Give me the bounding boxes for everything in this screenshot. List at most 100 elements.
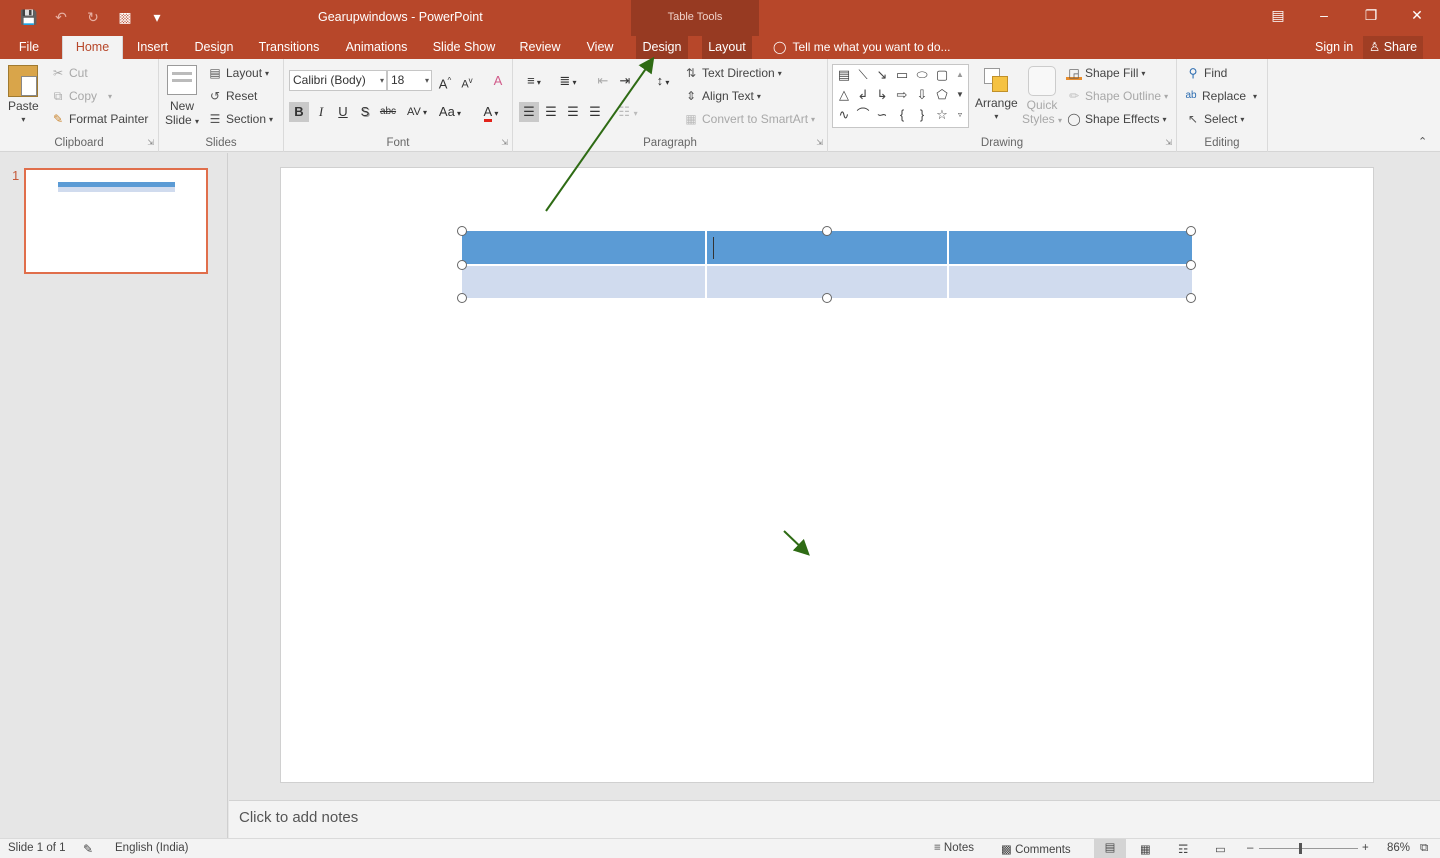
minimize-button[interactable]: – xyxy=(1301,0,1347,30)
down-arrow-shape-icon[interactable]: ⇩ xyxy=(913,86,931,104)
notes-toggle[interactable]: ≡ Notes xyxy=(934,842,974,854)
start-from-beginning-icon[interactable]: ▩ xyxy=(114,6,136,28)
new-slide-button[interactable]: New Slide ▾ xyxy=(165,65,199,127)
tab-design[interactable]: Design xyxy=(188,36,240,59)
selection-handle[interactable] xyxy=(457,226,467,236)
shape-outline-button[interactable]: ✏ Shape Outline ▾ xyxy=(1066,89,1168,103)
slide-thumbnail[interactable] xyxy=(24,168,208,274)
notes-pane[interactable]: Click to add notes xyxy=(229,800,1440,838)
left-brace-shape-icon[interactable]: { xyxy=(893,106,911,124)
right-arrow-shape-icon[interactable]: ⇨ xyxy=(893,86,911,104)
zoom-level[interactable]: 86% xyxy=(1387,842,1410,854)
arrow-line-shape-icon[interactable]: ↘ xyxy=(873,66,891,84)
elbow-connector-shape-icon[interactable]: ↲ xyxy=(854,86,872,104)
tab-home[interactable]: Home xyxy=(62,36,123,59)
dialog-launcher-icon[interactable]: ⇲ xyxy=(501,138,508,147)
tab-file[interactable]: File xyxy=(10,36,48,59)
select-button[interactable]: ↖ Select ▾ xyxy=(1185,112,1244,126)
italic-button[interactable]: I xyxy=(311,102,331,122)
fit-to-window-icon[interactable]: ⧉ xyxy=(1420,842,1428,855)
dialog-launcher-icon[interactable]: ⇲ xyxy=(1165,138,1172,147)
paste-button[interactable]: Paste ▾ xyxy=(8,65,39,124)
selection-handle[interactable] xyxy=(457,293,467,303)
bold-button[interactable]: B xyxy=(289,102,309,122)
decrease-indent-icon[interactable]: ⇤ xyxy=(593,71,613,91)
notes-placeholder[interactable]: Click to add notes xyxy=(239,809,358,826)
gallery-down-icon[interactable]: ▼ xyxy=(953,86,967,104)
numbering-button[interactable]: ≣ ▾ xyxy=(553,71,583,91)
shape-effects-button[interactable]: ◯ Shape Effects ▾ xyxy=(1066,112,1166,126)
layout-button[interactable]: ▤ Layout ▾ xyxy=(207,66,269,80)
curve-shape-icon[interactable]: ∽ xyxy=(873,106,891,124)
section-button[interactable]: ☰ Section ▾ xyxy=(207,112,273,126)
pentagon-shape-icon[interactable]: ⬠ xyxy=(933,86,951,104)
sign-in-link[interactable]: Sign in xyxy=(1315,40,1353,54)
save-icon[interactable]: 💾 xyxy=(18,6,40,28)
shadow-button[interactable]: S xyxy=(355,102,375,122)
slide-sorter-icon[interactable]: ▦ xyxy=(1140,842,1151,856)
find-button[interactable]: ⚲ Find xyxy=(1185,66,1228,80)
tab-slide-show[interactable]: Slide Show xyxy=(430,36,498,59)
gallery-up-icon[interactable]: ▲ xyxy=(953,66,967,84)
chevron-down-icon[interactable]: ▾ xyxy=(425,71,429,90)
align-right-icon[interactable]: ☰ xyxy=(563,102,583,122)
grow-font-button[interactable]: A^ xyxy=(435,71,455,91)
slide-show-icon[interactable]: ▭ xyxy=(1215,842,1226,856)
align-left-icon[interactable]: ☰ xyxy=(519,102,539,122)
cut-button[interactable]: ✂ Cut xyxy=(50,66,88,80)
quick-styles-button[interactable]: Quick Styles ▾ xyxy=(1022,66,1062,126)
reading-view-icon[interactable]: ☶ xyxy=(1178,842,1188,856)
normal-view-icon[interactable]: ▤ xyxy=(1094,839,1126,858)
rectangle-shape-icon[interactable]: ▭ xyxy=(893,66,911,84)
language-indicator[interactable]: English (India) xyxy=(115,842,189,854)
shape-fill-button[interactable]: ◲ Shape Fill ▾ xyxy=(1066,66,1145,80)
selection-handle[interactable] xyxy=(457,260,467,270)
comments-toggle[interactable]: ▩ Comments xyxy=(1001,842,1071,856)
underline-button[interactable]: U xyxy=(333,102,353,122)
line-spacing-button[interactable]: ↕ ▾ xyxy=(648,71,678,91)
bullets-button[interactable]: ≡ ▾ xyxy=(519,71,549,91)
zoom-slider-thumb[interactable] xyxy=(1299,843,1302,854)
tab-transitions[interactable]: Transitions xyxy=(255,36,323,59)
gallery-more-icon[interactable]: ▿ xyxy=(953,106,967,124)
selection-handle[interactable] xyxy=(1186,260,1196,270)
undo-icon[interactable]: ↶ xyxy=(50,6,72,28)
selection-handle[interactable] xyxy=(1186,293,1196,303)
tell-me-box[interactable]: ◯ Tell me what you want to do... xyxy=(773,40,951,54)
elbow-arrow-shape-icon[interactable]: ↳ xyxy=(873,86,891,104)
clear-formatting-button[interactable]: A xyxy=(488,71,508,91)
selection-handle[interactable] xyxy=(822,226,832,236)
freeform-shape-icon[interactable]: ∿ xyxy=(835,106,853,124)
text-direction-button[interactable]: ⇅ Text Direction ▾ xyxy=(683,66,782,80)
textbox-shape-icon[interactable]: ▤ xyxy=(835,66,853,84)
reset-button[interactable]: ↺ Reset xyxy=(207,89,257,103)
right-brace-shape-icon[interactable]: } xyxy=(913,106,931,124)
dialog-launcher-icon[interactable]: ⇲ xyxy=(147,138,154,147)
customize-qat-icon[interactable]: ▾ xyxy=(146,6,168,28)
align-center-icon[interactable]: ☰ xyxy=(541,102,561,122)
ribbon-display-options-icon[interactable]: ▤ xyxy=(1255,0,1301,30)
collapse-ribbon-icon[interactable]: ⌃ xyxy=(1418,135,1427,148)
font-size-combo[interactable]: 18 ▾ xyxy=(387,70,432,91)
tab-insert[interactable]: Insert xyxy=(130,36,175,59)
format-painter-button[interactable]: ✎ Format Painter xyxy=(50,112,148,126)
line-shape-icon[interactable]: ⟍ xyxy=(854,66,872,84)
tab-view[interactable]: View xyxy=(582,36,618,59)
slide-table[interactable] xyxy=(462,231,1192,298)
columns-icon[interactable]: ☷ ▾ xyxy=(613,102,643,122)
font-name-combo[interactable]: Calibri (Body) ▾ xyxy=(289,70,387,91)
tab-table-layout[interactable]: Layout xyxy=(702,36,752,59)
shapes-gallery[interactable]: ▤ ⟍ ↘ ▭ ⬭ ▢ △ ↲ ↳ ⇨ ⇩ ⬠ ∿ ⌒ ∽ { } ☆ ▲ ▼ … xyxy=(832,64,969,128)
tab-review[interactable]: Review xyxy=(515,36,565,59)
triangle-shape-icon[interactable]: △ xyxy=(835,86,853,104)
oval-shape-icon[interactable]: ⬭ xyxy=(913,66,931,84)
shrink-font-button[interactable]: Av xyxy=(457,71,477,91)
zoom-out-icon[interactable]: – xyxy=(1247,842,1253,854)
increase-indent-icon[interactable]: ⇥ xyxy=(615,71,635,91)
convert-smartart-button[interactable]: ▦ Convert to SmartArt ▾ xyxy=(683,112,815,126)
spell-check-icon[interactable]: ✎ xyxy=(83,842,93,856)
zoom-slider[interactable] xyxy=(1259,843,1358,854)
font-color-button[interactable]: A ▾ xyxy=(476,102,506,122)
selection-handle[interactable] xyxy=(822,293,832,303)
arc-shape-icon[interactable]: ⌒ xyxy=(854,106,872,124)
